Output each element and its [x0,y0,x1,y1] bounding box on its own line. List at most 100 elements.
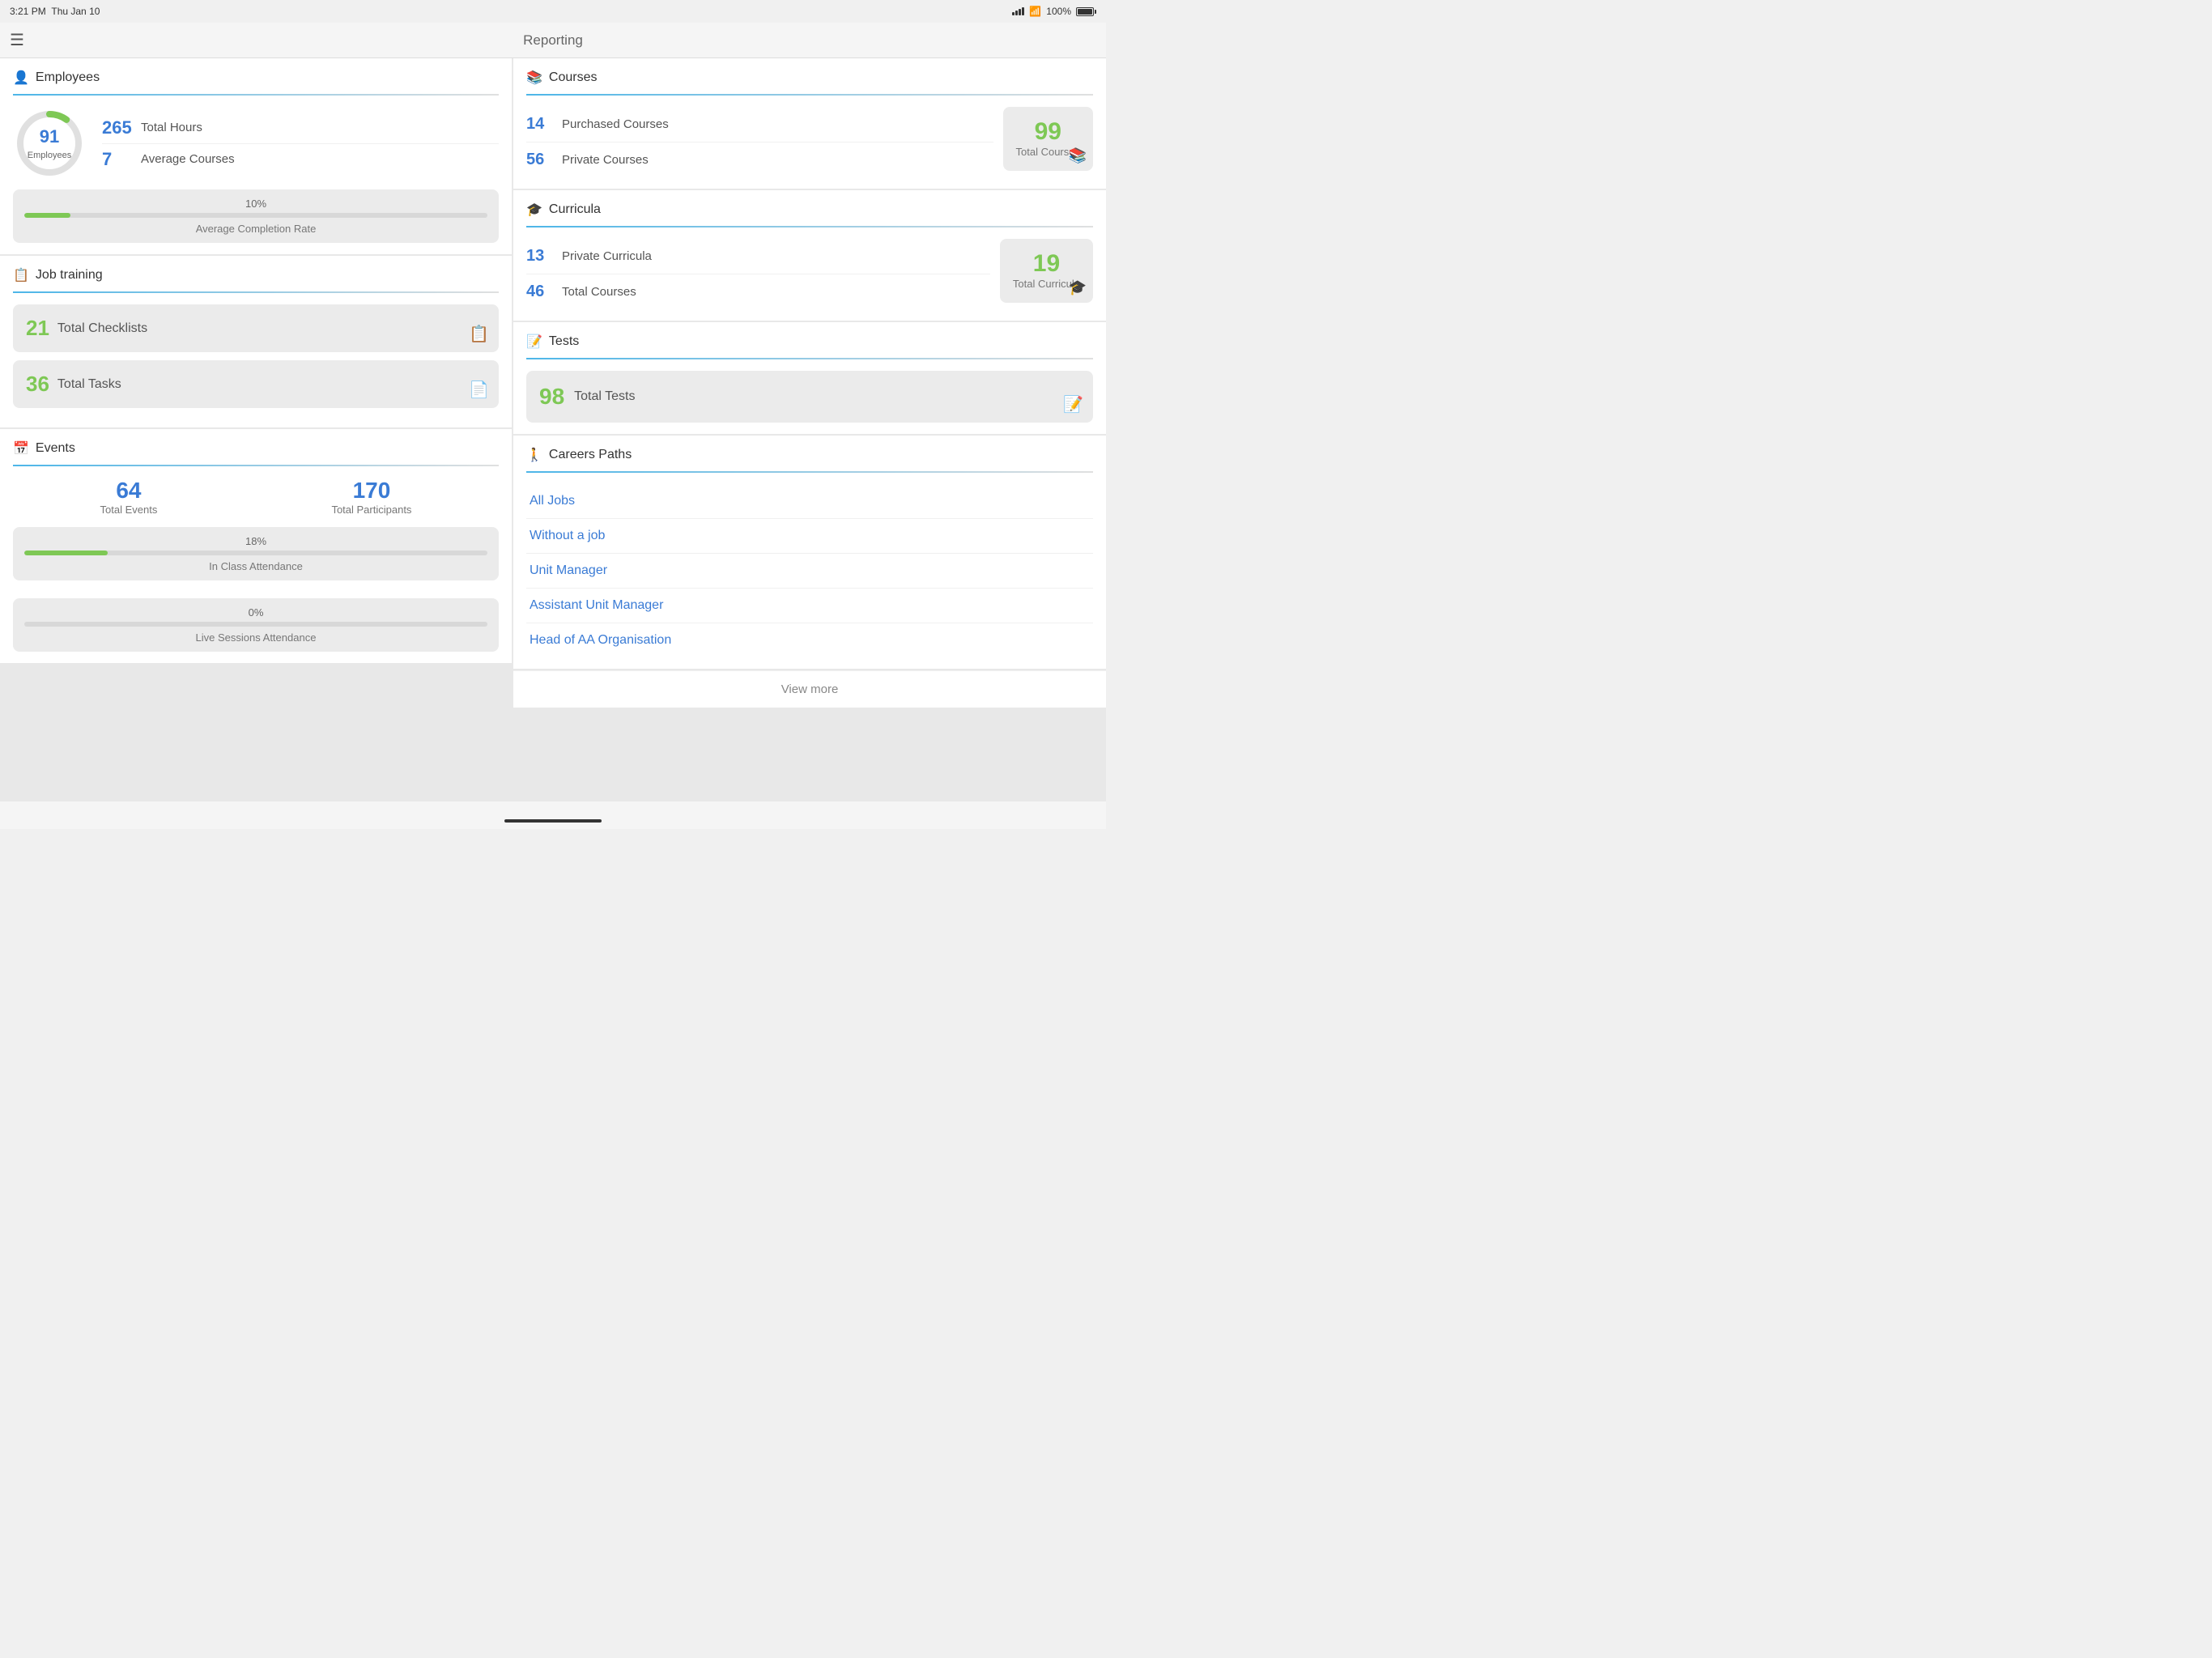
courses-section: 📚 Courses 14 Purchased Courses 56 Privat… [513,58,1106,189]
curricula-header: 🎓 Curricula [526,202,1093,218]
live-sessions-attendance-box: 0% Live Sessions Attendance [13,598,499,652]
total-participants-label: Total Participants [331,504,411,516]
live-sessions-percent: 0% [24,606,487,619]
career-link-unit-manager[interactable]: Unit Manager [526,554,1093,589]
job-training-section: 📋 Job training 21 Total Checklists 📋 36 … [0,256,512,427]
home-indicator [504,819,602,823]
courses-title: Courses [549,70,598,85]
battery-percent: 100% [1046,6,1071,17]
employees-sub-label: Employees [28,151,71,160]
private-courses-label: Private Courses [562,153,649,167]
career-paths-icon: 🚶 [526,447,542,463]
tests-header: 📝 Tests [526,334,1093,350]
private-courses-number: 56 [526,151,555,169]
courses-body: 14 Purchased Courses 56 Private Courses … [526,107,1093,177]
stat-total-hours: 265 Total Hours [102,113,499,144]
employees-donut: 91 Employees [13,107,86,180]
completion-box: 10% Average Completion Rate [13,189,499,243]
stat-avg-courses: 7 Average Courses [102,144,499,175]
career-paths-divider [526,471,1093,473]
wifi-icon: 📶 [1029,6,1041,17]
total-participants-number: 170 [331,478,411,504]
curricula-icon: 🎓 [526,202,542,218]
total-hours-label: Total Hours [141,121,202,134]
curricula-section: 🎓 Curricula 13 Private Curricula 46 Tota… [513,190,1106,321]
total-curricula-number: 19 [1013,250,1080,278]
avg-courses-number: 7 [102,149,134,170]
view-more-button[interactable]: View more [513,670,1106,708]
employees-count: 91 [28,126,71,147]
events-icon: 📅 [13,440,29,457]
total-events-stat: 64 Total Events [100,478,158,516]
purchased-courses-row: 14 Purchased Courses [526,107,993,142]
battery-icon [1076,7,1096,16]
tests-box-icon: 📝 [1063,394,1083,414]
tests-icon: 📝 [526,334,542,350]
curricula-title: Curricula [549,202,601,217]
private-curricula-row: 13 Private Curricula [526,239,990,274]
job-training-icon: 📋 [13,267,29,283]
status-bar: 3:21 PM Thu Jan 10 📶 100% [0,0,1106,23]
checklist-icon: 📋 [469,324,489,344]
courses-badge-icon: 📚 [1069,147,1087,164]
events-divider [13,465,499,466]
courses-icon: 📚 [526,70,542,86]
completion-label: Average Completion Rate [24,223,487,235]
live-sessions-progress-bar [24,622,487,627]
events-header: 📅 Events [13,440,499,457]
completion-progress-fill [24,213,70,218]
events-counts: 64 Total Events 170 Total Participants [13,478,499,516]
status-time: 3:21 PM Thu Jan 10 [10,6,100,17]
employees-body: 91 Employees 265 Total Hours 7 Average C… [13,107,499,180]
main-content: 👤 Employees 91 Employees 2 [0,58,1106,801]
tests-divider [526,358,1093,359]
events-section: 📅 Events 64 Total Events 170 Total Parti… [0,429,512,663]
bottom-bar [0,801,1106,829]
total-participants-stat: 170 Total Participants [331,478,411,516]
total-tests-label: Total Tests [574,389,635,404]
career-link-without-job[interactable]: Without a job [526,519,1093,554]
curricula-badge-icon: 🎓 [1069,279,1087,296]
in-class-attendance-box: 18% In Class Attendance [13,527,499,580]
nav-bar: ☰ Reporting [0,23,1106,58]
courses-list: 14 Purchased Courses 56 Private Courses [526,107,993,177]
tasks-icon: 📄 [469,380,489,400]
job-training-title: Job training [36,268,103,283]
left-panel: 👤 Employees 91 Employees 2 [0,58,512,801]
tests-section: 📝 Tests 98 Total Tests 📝 [513,322,1106,434]
curricula-total-courses-row: 46 Total Courses [526,274,990,309]
completion-progress-bar [24,213,487,218]
total-events-number: 64 [100,478,158,504]
purchased-courses-number: 14 [526,115,555,134]
events-title: Events [36,441,75,456]
total-checklists-label: Total Checklists [57,321,147,336]
curricula-body: 13 Private Curricula 46 Total Courses 19… [526,239,1093,309]
in-class-percent: 18% [24,535,487,547]
curricula-list: 13 Private Curricula 46 Total Courses [526,239,990,309]
total-tests-number: 98 [539,384,564,410]
career-paths-title: Careers Paths [549,448,632,462]
courses-divider [526,94,1093,96]
career-link-all-jobs[interactable]: All Jobs [526,484,1093,519]
avg-courses-label: Average Courses [141,152,235,166]
curricula-total-courses-label: Total Courses [562,285,636,299]
menu-button[interactable]: ☰ [10,30,24,50]
career-link-head-of-aa[interactable]: Head of AA Organisation [526,623,1093,657]
status-right: 📶 100% [1012,6,1096,17]
career-link-assistant-unit-manager[interactable]: Assistant Unit Manager [526,589,1093,623]
tests-title: Tests [549,334,579,349]
completion-percent: 10% [24,198,487,210]
total-tasks-box: 36 Total Tasks 📄 [13,360,499,408]
donut-label: 91 Employees [28,126,71,160]
curricula-divider [526,226,1093,227]
total-hours-number: 265 [102,117,134,138]
purchased-courses-label: Purchased Courses [562,117,669,131]
private-curricula-number: 13 [526,247,555,266]
live-sessions-label: Live Sessions Attendance [24,631,487,644]
total-tasks-number: 36 [26,372,49,397]
in-class-label: In Class Attendance [24,560,487,572]
career-paths-header: 🚶 Careers Paths [526,447,1093,463]
total-tasks-label: Total Tasks [57,377,121,392]
employees-header: 👤 Employees [13,70,499,86]
career-paths-section: 🚶 Careers Paths All Jobs Without a job U… [513,436,1106,669]
